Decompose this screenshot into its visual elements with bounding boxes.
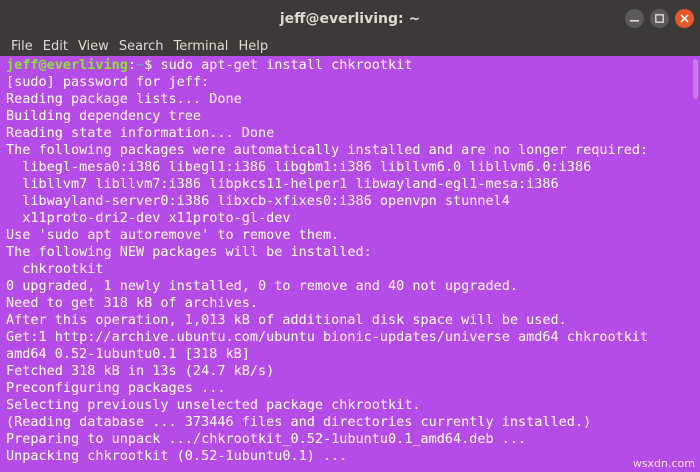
title-bar[interactable]: jeff@everliving: ~: [0, 0, 700, 39]
minimize-button[interactable]: [625, 9, 644, 28]
maximize-icon: [655, 14, 664, 23]
output-line: Reading state information... Done: [6, 125, 275, 141]
prompt-separator: :: [127, 57, 137, 73]
output-line: Get:1 http://archive.ubuntu.com/ubuntu b…: [6, 329, 649, 345]
output-line: The following packages were automaticall…: [6, 142, 649, 158]
output-line: [sudo] password for jeff:: [6, 74, 210, 90]
prompt-line: jeff@everliving:~$ sudo apt-get install …: [6, 57, 689, 74]
output-line: Need to get 318 kB of archives.: [6, 295, 258, 311]
menu-search[interactable]: Search: [119, 38, 164, 56]
output-line: Fetched 318 kB in 13s (24.7 kB/s): [6, 363, 275, 379]
menu-help[interactable]: Help: [238, 38, 268, 56]
output-line: (Reading database ... 373446 files and d…: [6, 414, 592, 430]
output-line: libegl-mesa0:i386 libegl1:i386 libgbm1:i…: [6, 159, 592, 175]
output-line: Selecting previously unselected package …: [6, 397, 421, 413]
close-icon: [680, 14, 689, 23]
minimize-icon: [630, 20, 639, 22]
output-line: Preconfiguring packages ...: [6, 380, 226, 396]
prompt-command: sudo apt-get install chkrootkit: [160, 57, 413, 73]
output-line: Building dependency tree: [6, 108, 202, 124]
output-line: Use 'sudo apt autoremove' to remove them…: [6, 227, 340, 243]
menu-view[interactable]: View: [78, 38, 109, 56]
output-line: Unpacking chkrootkit (0.52-1ubuntu0.1) .…: [6, 448, 348, 464]
prompt-user: jeff@everliving: [6, 57, 128, 73]
output-line: The following NEW packages will be insta…: [6, 244, 372, 260]
scrollbar[interactable]: [690, 57, 700, 472]
menu-terminal[interactable]: Terminal: [173, 38, 228, 56]
output-line: Preparing to unpack .../chkrootkit_0.52-…: [6, 431, 527, 447]
watermark: wsxdn.com: [632, 457, 695, 470]
output-line: libllvm7 libllvm7:i386 libpkcs11-helper1…: [6, 176, 559, 192]
scrollbar-thumb[interactable]: [693, 59, 698, 99]
terminal-output[interactable]: jeff@everliving:~$ sudo apt-get install …: [0, 57, 689, 472]
window-title: jeff@everliving: ~: [279, 11, 421, 27]
output-line: After this operation, 1,013 kB of additi…: [6, 312, 567, 328]
output-line: x11proto-dri2-dev x11proto-gl-dev: [6, 210, 291, 226]
close-button[interactable]: [675, 9, 694, 28]
menu-bar: File Edit View Search Terminal Help: [0, 38, 700, 56]
maximize-button[interactable]: [650, 9, 669, 28]
output-line: libwayland-server0:i386 libxcb-xfixes0:i…: [6, 193, 510, 209]
menu-edit[interactable]: Edit: [43, 38, 68, 56]
output-line: amd64 0.52-1ubuntu0.1 [318 kB]: [6, 346, 250, 362]
menu-file[interactable]: File: [11, 38, 33, 56]
terminal-window: jeff@everliving: ~ File Edit View Search…: [0, 0, 700, 472]
output-line: chkrootkit: [6, 261, 104, 277]
prompt-symbol: $: [144, 57, 161, 73]
output-line: 0 upgraded, 1 newly installed, 0 to remo…: [6, 278, 519, 294]
output-line: Reading package lists... Done: [6, 91, 242, 107]
prompt-path: ~: [136, 57, 145, 73]
window-controls: [625, 9, 694, 28]
